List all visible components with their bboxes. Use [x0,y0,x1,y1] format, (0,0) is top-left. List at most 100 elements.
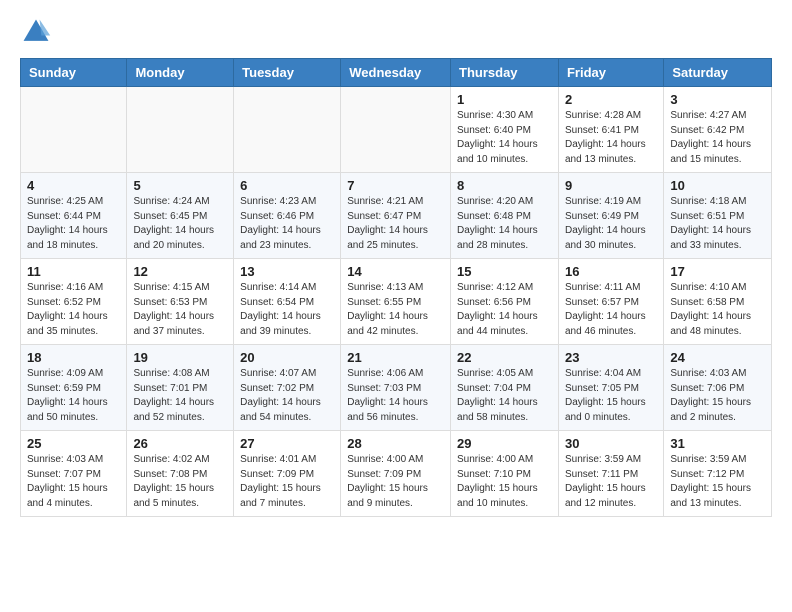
day-number: 22 [457,350,552,365]
weekday-header: Friday [558,59,663,87]
page: SundayMondayTuesdayWednesdayThursdayFrid… [0,0,792,612]
day-info: Sunrise: 4:23 AM Sunset: 6:46 PM Dayligh… [240,195,334,253]
calendar-cell: 16 Sunrise: 4:11 AM Sunset: 6:57 PM Dayli… [558,259,663,345]
day-info: Sunrise: 4:11 AM Sunset: 6:57 PM Dayligh… [565,281,657,339]
day-info: Sunrise: 3:59 AM Sunset: 7:11 PM Dayligh… [565,453,657,511]
calendar-cell: 12 Sunrise: 4:15 AM Sunset: 6:53 PM Dayli… [127,259,234,345]
calendar-cell: 23 Sunrise: 4:04 AM Sunset: 7:05 PM Dayli… [558,345,663,431]
calendar-cell: 22 Sunrise: 4:05 AM Sunset: 7:04 PM Dayli… [451,345,559,431]
day-number: 5 [133,178,227,193]
header [20,16,772,48]
calendar-week-row: 4Sunrise: 4:25 AM Sunset: 6:44 PM Daylig… [21,173,772,259]
calendar-cell: 24 Sunrise: 4:03 AM Sunset: 7:06 PM Dayli… [664,345,772,431]
day-number: 9 [565,178,657,193]
calendar-cell [21,87,127,173]
day-number: 14 [347,264,444,279]
calendar-cell: 15 Sunrise: 4:12 AM Sunset: 6:56 PM Dayli… [451,259,559,345]
calendar-header-row: SundayMondayTuesdayWednesdayThursdayFrid… [21,59,772,87]
calendar-cell: 6 Sunrise: 4:23 AM Sunset: 6:46 PM Daylig… [234,173,341,259]
day-number: 6 [240,178,334,193]
weekday-header: Monday [127,59,234,87]
day-info: Sunrise: 4:15 AM Sunset: 6:53 PM Dayligh… [133,281,227,339]
day-info: Sunrise: 4:12 AM Sunset: 6:56 PM Dayligh… [457,281,552,339]
day-info: Sunrise: 4:05 AM Sunset: 7:04 PM Dayligh… [457,367,552,425]
day-number: 1 [457,92,552,107]
day-number: 13 [240,264,334,279]
day-info: Sunrise: 4:28 AM Sunset: 6:41 PM Dayligh… [565,109,657,167]
day-info: Sunrise: 4:21 AM Sunset: 6:47 PM Dayligh… [347,195,444,253]
day-info: Sunrise: 4:03 AM Sunset: 7:07 PM Dayligh… [27,453,120,511]
calendar-cell: 9Sunrise: 4:19 AM Sunset: 6:49 PM Daylig… [558,173,663,259]
calendar-cell: 27Sunrise: 4:01 AM Sunset: 7:09 PM Dayli… [234,431,341,517]
day-info: Sunrise: 4:20 AM Sunset: 6:48 PM Dayligh… [457,195,552,253]
day-info: Sunrise: 4:24 AM Sunset: 6:45 PM Dayligh… [133,195,227,253]
day-number: 11 [27,264,120,279]
day-info: Sunrise: 4:16 AM Sunset: 6:52 PM Dayligh… [27,281,120,339]
day-number: 23 [565,350,657,365]
day-info: Sunrise: 4:09 AM Sunset: 6:59 PM Dayligh… [27,367,120,425]
day-number: 12 [133,264,227,279]
day-number: 7 [347,178,444,193]
calendar-cell: 4Sunrise: 4:25 AM Sunset: 6:44 PM Daylig… [21,173,127,259]
day-info: Sunrise: 4:08 AM Sunset: 7:01 PM Dayligh… [133,367,227,425]
calendar-cell: 2 Sunrise: 4:28 AM Sunset: 6:41 PM Daylig… [558,87,663,173]
day-info: Sunrise: 4:00 AM Sunset: 7:09 PM Dayligh… [347,453,444,511]
day-number: 18 [27,350,120,365]
calendar-cell: 17 Sunrise: 4:10 AM Sunset: 6:58 PM Dayli… [664,259,772,345]
calendar-cell: 29Sunrise: 4:00 AM Sunset: 7:10 PM Dayli… [451,431,559,517]
calendar-cell: 25 Sunrise: 4:03 AM Sunset: 7:07 PM Dayli… [21,431,127,517]
day-number: 31 [670,436,765,451]
calendar-table: SundayMondayTuesdayWednesdayThursdayFrid… [20,58,772,517]
calendar-week-row: 18 Sunrise: 4:09 AM Sunset: 6:59 PM Dayli… [21,345,772,431]
day-number: 2 [565,92,657,107]
calendar-cell: 28 Sunrise: 4:00 AM Sunset: 7:09 PM Dayli… [341,431,451,517]
day-info: Sunrise: 4:18 AM Sunset: 6:51 PM Dayligh… [670,195,765,253]
day-number: 28 [347,436,444,451]
calendar-cell: 11 Sunrise: 4:16 AM Sunset: 6:52 PM Dayli… [21,259,127,345]
day-number: 19 [133,350,227,365]
day-number: 8 [457,178,552,193]
calendar-cell: 21 Sunrise: 4:06 AM Sunset: 7:03 PM Dayli… [341,345,451,431]
day-info: Sunrise: 4:07 AM Sunset: 7:02 PM Dayligh… [240,367,334,425]
calendar-cell: 31 Sunrise: 3:59 AM Sunset: 7:12 PM Dayli… [664,431,772,517]
day-info: Sunrise: 3:59 AM Sunset: 7:12 PM Dayligh… [670,453,765,511]
calendar-cell: 19 Sunrise: 4:08 AM Sunset: 7:01 PM Dayli… [127,345,234,431]
day-info: Sunrise: 4:10 AM Sunset: 6:58 PM Dayligh… [670,281,765,339]
calendar-week-row: 25 Sunrise: 4:03 AM Sunset: 7:07 PM Dayli… [21,431,772,517]
calendar-cell [234,87,341,173]
day-info: Sunrise: 4:03 AM Sunset: 7:06 PM Dayligh… [670,367,765,425]
day-info: Sunrise: 4:02 AM Sunset: 7:08 PM Dayligh… [133,453,227,511]
day-number: 3 [670,92,765,107]
calendar-cell: 7 Sunrise: 4:21 AM Sunset: 6:47 PM Daylig… [341,173,451,259]
calendar-week-row: 11 Sunrise: 4:16 AM Sunset: 6:52 PM Dayli… [21,259,772,345]
calendar-cell: 8 Sunrise: 4:20 AM Sunset: 6:48 PM Daylig… [451,173,559,259]
day-number: 25 [27,436,120,451]
calendar-cell: 10Sunrise: 4:18 AM Sunset: 6:51 PM Dayli… [664,173,772,259]
calendar-cell: 14Sunrise: 4:13 AM Sunset: 6:55 PM Dayli… [341,259,451,345]
day-number: 17 [670,264,765,279]
calendar-cell: 30 Sunrise: 3:59 AM Sunset: 7:11 PM Dayli… [558,431,663,517]
day-number: 27 [240,436,334,451]
day-info: Sunrise: 4:14 AM Sunset: 6:54 PM Dayligh… [240,281,334,339]
day-info: Sunrise: 4:30 AM Sunset: 6:40 PM Dayligh… [457,109,552,167]
weekday-header: Thursday [451,59,559,87]
day-info: Sunrise: 4:04 AM Sunset: 7:05 PM Dayligh… [565,367,657,425]
calendar-cell [341,87,451,173]
calendar-cell: 13 Sunrise: 4:14 AM Sunset: 6:54 PM Dayli… [234,259,341,345]
day-number: 15 [457,264,552,279]
day-info: Sunrise: 4:06 AM Sunset: 7:03 PM Dayligh… [347,367,444,425]
calendar-cell: 26Sunrise: 4:02 AM Sunset: 7:08 PM Dayli… [127,431,234,517]
logo [20,16,56,48]
logo-icon [20,16,52,48]
calendar-cell: 3Sunrise: 4:27 AM Sunset: 6:42 PM Daylig… [664,87,772,173]
calendar-cell: 1 Sunrise: 4:30 AM Sunset: 6:40 PM Daylig… [451,87,559,173]
day-number: 24 [670,350,765,365]
day-number: 21 [347,350,444,365]
day-number: 16 [565,264,657,279]
day-info: Sunrise: 4:25 AM Sunset: 6:44 PM Dayligh… [27,195,120,253]
day-number: 20 [240,350,334,365]
day-number: 30 [565,436,657,451]
calendar-cell: 18 Sunrise: 4:09 AM Sunset: 6:59 PM Dayli… [21,345,127,431]
weekday-header: Tuesday [234,59,341,87]
day-number: 29 [457,436,552,451]
